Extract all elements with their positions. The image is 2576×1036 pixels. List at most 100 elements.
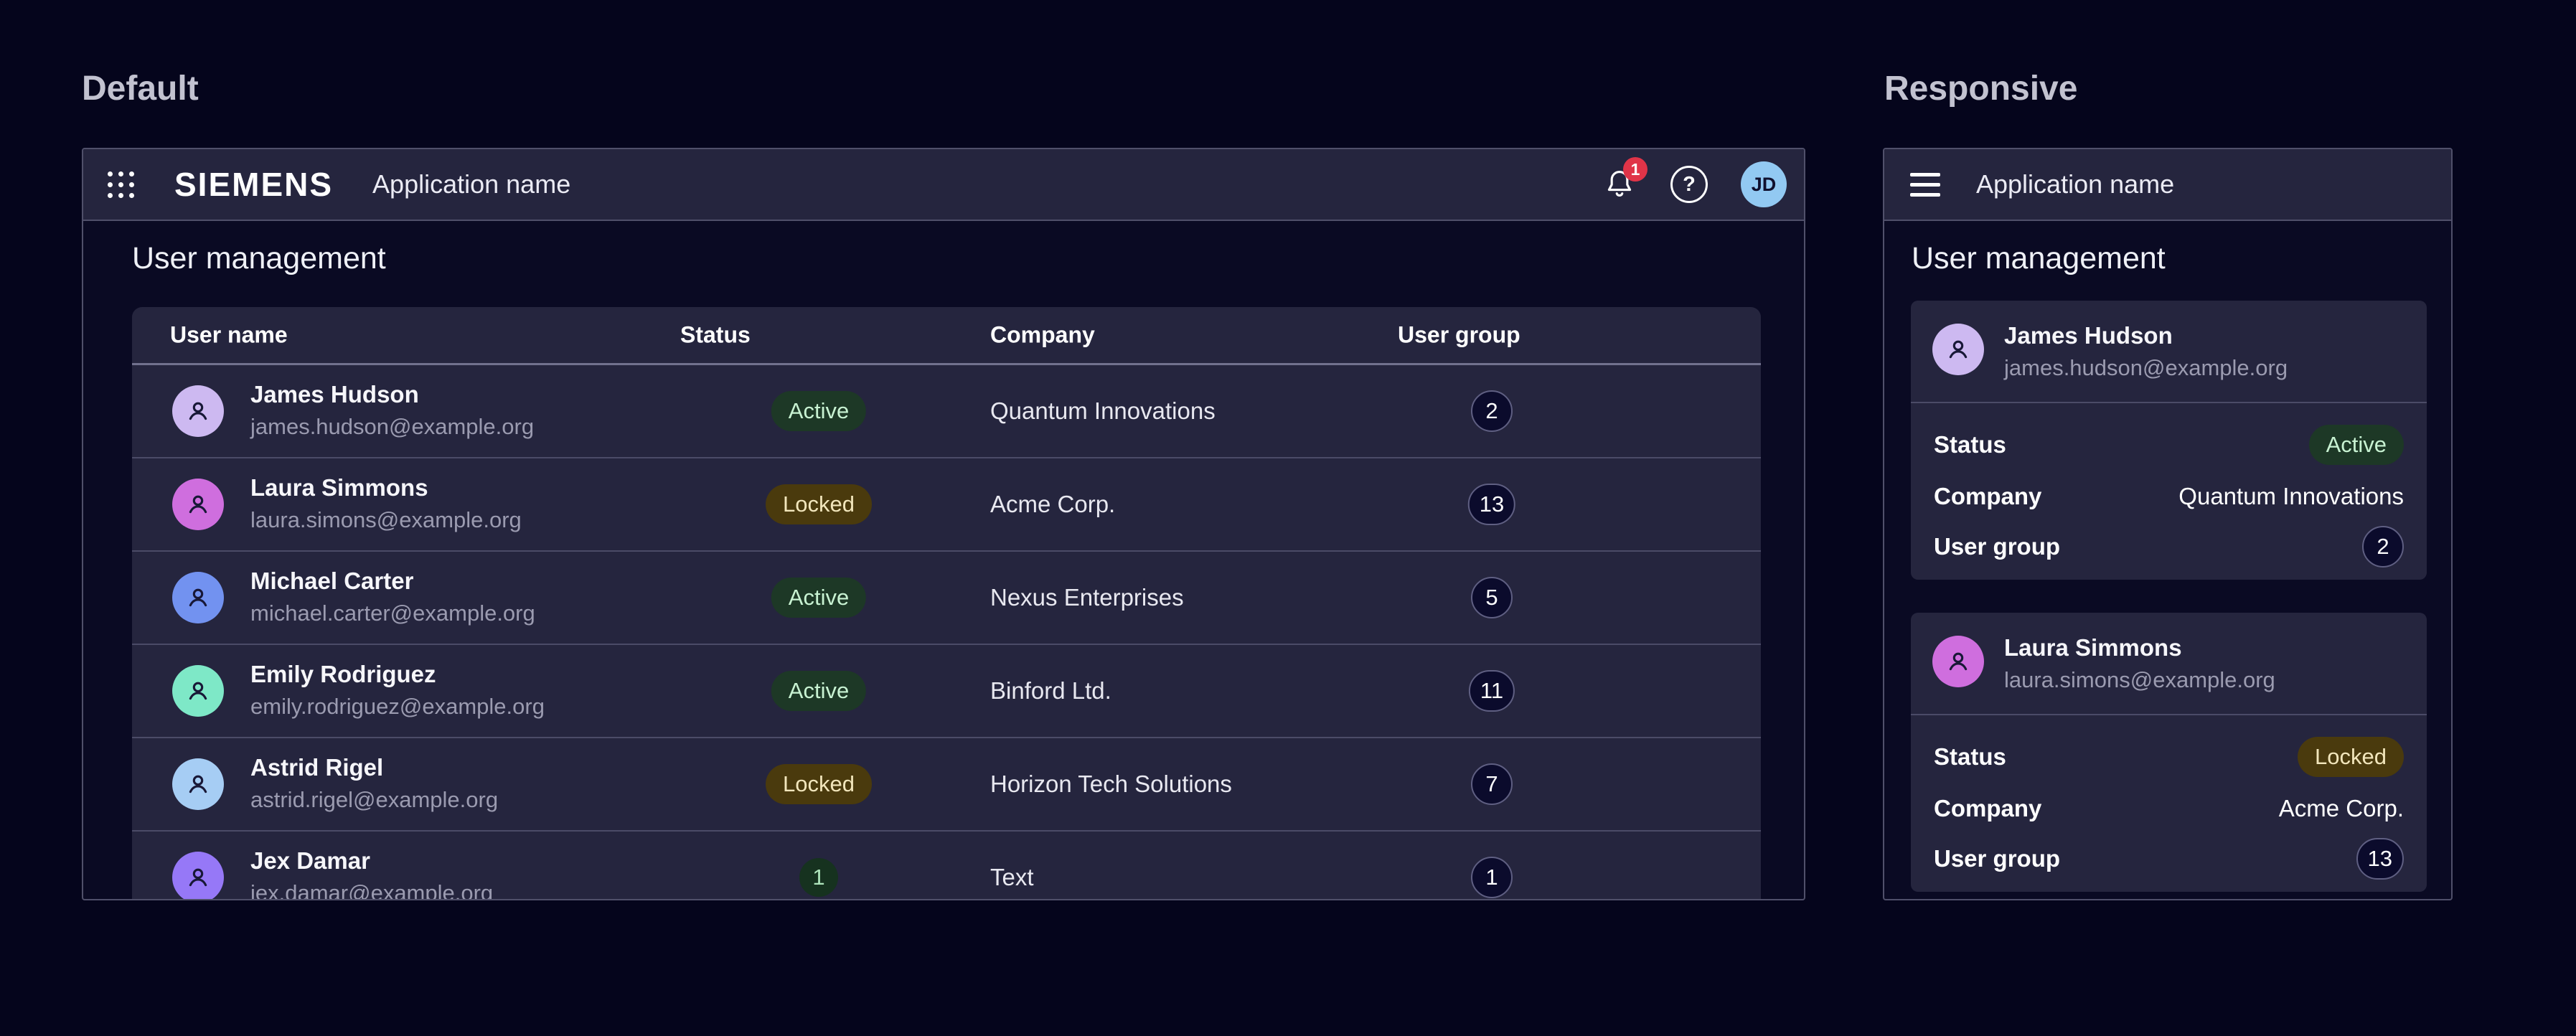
table-row[interactable]: Emily Rodriguez emily.rodriguez@example.…	[132, 645, 1761, 738]
user-avatar	[172, 572, 224, 623]
company-name: Binford Ltd.	[990, 677, 1111, 705]
user-name: Laura Simmons	[2004, 634, 2182, 661]
user-email: emily.rodriguez@example.org	[250, 694, 545, 720]
company-name: Quantum Innovations	[990, 397, 1216, 425]
app-header: SIEMENS Application name 1 ? JD	[83, 149, 1804, 221]
person-icon	[182, 395, 214, 427]
notifications-button[interactable]: 1	[1602, 166, 1637, 203]
table-row[interactable]: Michael Carter michael.carter@example.or…	[132, 552, 1761, 645]
field-label: User group	[1934, 533, 2060, 560]
card-field-company: Company Acme Corp.	[1934, 788, 2404, 829]
status-badge: 1	[799, 858, 838, 897]
user-avatar	[172, 852, 224, 899]
table-row[interactable]: Jex Damar jex.damar@example.org 1 Text 1	[132, 832, 1761, 899]
user-group-count: 13	[2356, 838, 2404, 880]
company-name: Horizon Tech Solutions	[990, 771, 1232, 798]
user-avatar	[172, 758, 224, 810]
person-icon	[182, 489, 214, 520]
app-header: Application name	[1884, 149, 2451, 221]
menu-icon[interactable]	[1910, 173, 1940, 197]
dot	[108, 171, 113, 176]
menu-bar	[1910, 183, 1940, 187]
person-icon	[182, 582, 214, 613]
user-group-count: 13	[1468, 484, 1515, 525]
user-card-header: James Hudson james.hudson@example.org	[1911, 301, 2427, 403]
column-header-status: Status	[680, 322, 751, 349]
table-row[interactable]: Astrid Rigel astrid.rigel@example.org Lo…	[132, 738, 1761, 832]
menu-bar	[1910, 173, 1940, 176]
user-email: jex.damar@example.org	[250, 880, 493, 899]
user-group-count: 5	[1471, 577, 1513, 618]
user-name: Michael Carter	[250, 568, 413, 595]
page-title: User management	[132, 241, 386, 276]
card-field-status: Status Locked	[1934, 736, 2404, 778]
user-avatar	[1932, 324, 1984, 375]
dot	[108, 193, 113, 198]
table-header-row: User name Status Company User group	[132, 307, 1761, 365]
dot	[108, 182, 113, 187]
company-name: Quantum Innovations	[2178, 483, 2404, 510]
user-name: Astrid Rigel	[250, 754, 383, 781]
status-badge: Active	[771, 391, 866, 431]
user-avatar	[172, 665, 224, 717]
card-field-user-group: User group 2	[1934, 526, 2404, 568]
user-email: laura.simons@example.org	[250, 507, 522, 533]
company-name: Nexus Enterprises	[990, 584, 1184, 611]
dot	[129, 171, 134, 176]
section-heading-default: Default	[82, 69, 199, 108]
section-heading-responsive: Responsive	[1884, 69, 2077, 108]
field-label: Company	[1934, 795, 2041, 822]
user-name: Laura Simmons	[250, 474, 428, 501]
card-field-company: Company Quantum Innovations	[1934, 476, 2404, 517]
column-header-user-group: User group	[1398, 322, 1520, 349]
status-badge: Active	[2309, 425, 2404, 465]
user-card-header: Laura Simmons laura.simons@example.org	[1911, 613, 2427, 715]
user-avatar	[1932, 636, 1984, 687]
company-name: Text	[990, 864, 1034, 891]
responsive-app-window: Application name User management James H…	[1883, 148, 2453, 900]
menu-bar	[1910, 193, 1940, 197]
design-canvas: Default Responsive SIEMENS Application n…	[0, 0, 2576, 1036]
user-email: michael.carter@example.org	[250, 601, 535, 626]
user-name: James Hudson	[250, 381, 419, 408]
user-name: James Hudson	[2004, 322, 2173, 349]
user-email: james.hudson@example.org	[2004, 355, 2288, 381]
dot	[129, 193, 134, 198]
user-group-count: 11	[1469, 670, 1515, 712]
person-icon	[182, 768, 214, 800]
dot	[118, 171, 123, 176]
column-header-company: Company	[990, 322, 1095, 349]
dot	[118, 193, 123, 198]
table-row[interactable]: Laura Simmons laura.simons@example.org L…	[132, 458, 1761, 552]
user-card[interactable]: Laura Simmons laura.simons@example.org S…	[1911, 613, 2427, 892]
user-email: james.hudson@example.org	[250, 414, 534, 440]
user-name: Jex Damar	[250, 847, 370, 875]
application-name: Application name	[372, 169, 570, 199]
user-email: laura.simons@example.org	[2004, 667, 2275, 693]
user-card[interactable]: James Hudson james.hudson@example.org St…	[1911, 301, 2427, 580]
user-email: astrid.rigel@example.org	[250, 787, 498, 813]
field-label: User group	[1934, 845, 2060, 872]
field-label: Company	[1934, 483, 2041, 510]
page-title: User management	[1912, 241, 2166, 276]
user-group-count: 2	[1471, 390, 1513, 432]
app-switcher-icon[interactable]	[108, 171, 134, 198]
help-icon[interactable]: ?	[1670, 166, 1708, 203]
company-name: Acme Corp.	[2279, 795, 2404, 822]
application-name: Application name	[1976, 169, 2174, 199]
person-icon	[1942, 646, 1974, 677]
user-avatar	[172, 385, 224, 437]
user-table: User name Status Company User group Jame…	[132, 307, 1761, 899]
user-name: Emily Rodriguez	[250, 661, 436, 688]
card-field-user-group: User group 13	[1934, 838, 2404, 880]
default-app-window: SIEMENS Application name 1 ? JD User man…	[82, 148, 1805, 900]
user-group-count: 1	[1471, 857, 1513, 898]
person-icon	[1942, 334, 1974, 365]
column-header-user-name: User name	[170, 322, 288, 349]
user-menu-avatar[interactable]: JD	[1741, 161, 1787, 207]
table-row[interactable]: James Hudson james.hudson@example.org Ac…	[132, 365, 1761, 458]
status-badge: Active	[771, 671, 866, 711]
card-field-status: Status Active	[1934, 424, 2404, 466]
siemens-logo: SIEMENS	[174, 165, 333, 204]
status-badge: Locked	[766, 764, 872, 804]
